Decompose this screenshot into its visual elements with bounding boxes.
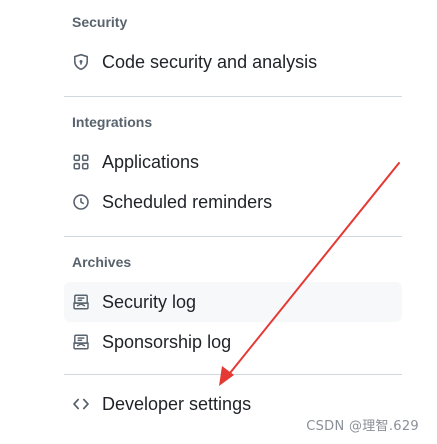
log-icon bbox=[72, 293, 90, 311]
sidebar-item-label: Code security and analysis bbox=[102, 51, 318, 72]
sidebar-item-scheduled-reminders[interactable]: Scheduled reminders bbox=[64, 182, 402, 222]
section-divider bbox=[64, 236, 402, 237]
section-divider bbox=[64, 374, 402, 375]
section-heading-integrations: Integrations bbox=[72, 114, 153, 130]
sidebar-item-applications[interactable]: Applications bbox=[64, 142, 402, 182]
sidebar-item-label: Scheduled reminders bbox=[102, 191, 273, 212]
watermark: CSDN @理智.629 bbox=[306, 419, 419, 434]
apps-grid-icon bbox=[72, 153, 90, 171]
sidebar-item-sponsorship-log[interactable]: Sponsorship log bbox=[64, 322, 402, 362]
sidebar-item-code-security[interactable]: Code security and analysis bbox=[64, 42, 402, 82]
annotation-arrow-head bbox=[219, 366, 234, 386]
section-heading-archives: Archives bbox=[72, 254, 132, 270]
section-divider bbox=[64, 96, 402, 97]
sidebar-item-security-log[interactable]: Security log bbox=[64, 282, 402, 322]
sidebar-item-label: Sponsorship log bbox=[102, 331, 232, 352]
sidebar-item-label: Developer settings bbox=[102, 393, 252, 414]
shield-icon bbox=[72, 53, 90, 71]
sidebar-item-label: Security log bbox=[102, 291, 197, 312]
log-icon bbox=[72, 333, 90, 351]
sidebar-item-label: Applications bbox=[102, 151, 200, 172]
code-icon bbox=[72, 395, 90, 413]
section-heading-security: Security bbox=[72, 14, 128, 30]
clock-icon bbox=[72, 193, 90, 211]
